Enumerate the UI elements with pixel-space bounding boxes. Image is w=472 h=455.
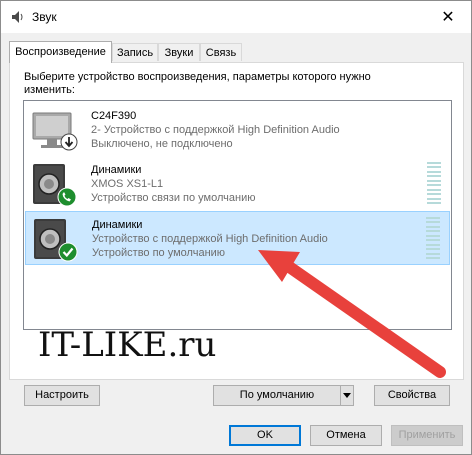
sound-dialog: Звук ✕ Воспроизведение Запись Звуки Связ… (0, 0, 472, 455)
window-title: Звук (32, 10, 57, 24)
speaker-app-icon (12, 11, 23, 23)
tab-recording[interactable]: Запись (112, 43, 158, 61)
close-icon: ✕ (441, 9, 455, 26)
device-status: Устройство по умолчанию (92, 247, 226, 259)
watermark-text: IT-LIKE.ru (38, 325, 217, 365)
tab-playback[interactable]: Воспроизведение (9, 41, 112, 63)
speaker-icon (33, 164, 77, 207)
tab-sounds[interactable]: Звуки (158, 43, 200, 61)
ok-button[interactable]: OK (229, 425, 301, 446)
set-default-dropdown[interactable] (340, 385, 354, 406)
speaker-icon (34, 219, 78, 262)
device-description: 2- Устройство с поддержкой High Definiti… (91, 124, 340, 136)
device-status: Устройство связи по умолчанию (91, 192, 256, 204)
volume-meter (427, 162, 441, 204)
device-name: C24F390 (91, 110, 137, 122)
instruction-text: Выберите устройство воспроизведения, пар… (24, 71, 371, 96)
checkmark-badge-icon (58, 242, 78, 262)
device-description: Устройство с поддержкой High Definition … (92, 233, 328, 245)
playback-panel: Выберите устройство воспроизведения, пар… (9, 62, 464, 406)
chevron-down-icon (343, 393, 351, 398)
close-button[interactable]: ✕ (425, 1, 471, 33)
monitor-icon (32, 112, 78, 151)
set-default-button[interactable]: По умолчанию (213, 385, 341, 406)
device-name: Динамики (92, 219, 143, 231)
device-name: Динамики (91, 164, 142, 176)
properties-button[interactable]: Свойства (374, 385, 450, 406)
cancel-button[interactable]: Отмена (310, 425, 382, 446)
title-bar: Звук ✕ (1, 1, 471, 33)
configure-button[interactable]: Настроить (24, 385, 100, 406)
device-item-speakers-xmos[interactable]: Динамики XMOS XS1-L1 Устройство связи по… (25, 157, 450, 211)
device-item-c24f390[interactable]: C24F390 2- Устройство с поддержкой High … (25, 103, 450, 157)
device-list[interactable]: C24F390 2- Устройство с поддержкой High … (23, 100, 452, 330)
device-status: Выключено, не подключено (91, 138, 233, 150)
phone-badge-icon (57, 187, 77, 207)
tab-communications[interactable]: Связь (200, 43, 242, 61)
device-description: XMOS XS1-L1 (91, 178, 164, 190)
device-item-speakers-hd-audio[interactable]: Динамики Устройство с поддержкой High De… (25, 211, 450, 265)
apply-button[interactable]: Применить (391, 425, 463, 446)
volume-meter (426, 217, 440, 259)
